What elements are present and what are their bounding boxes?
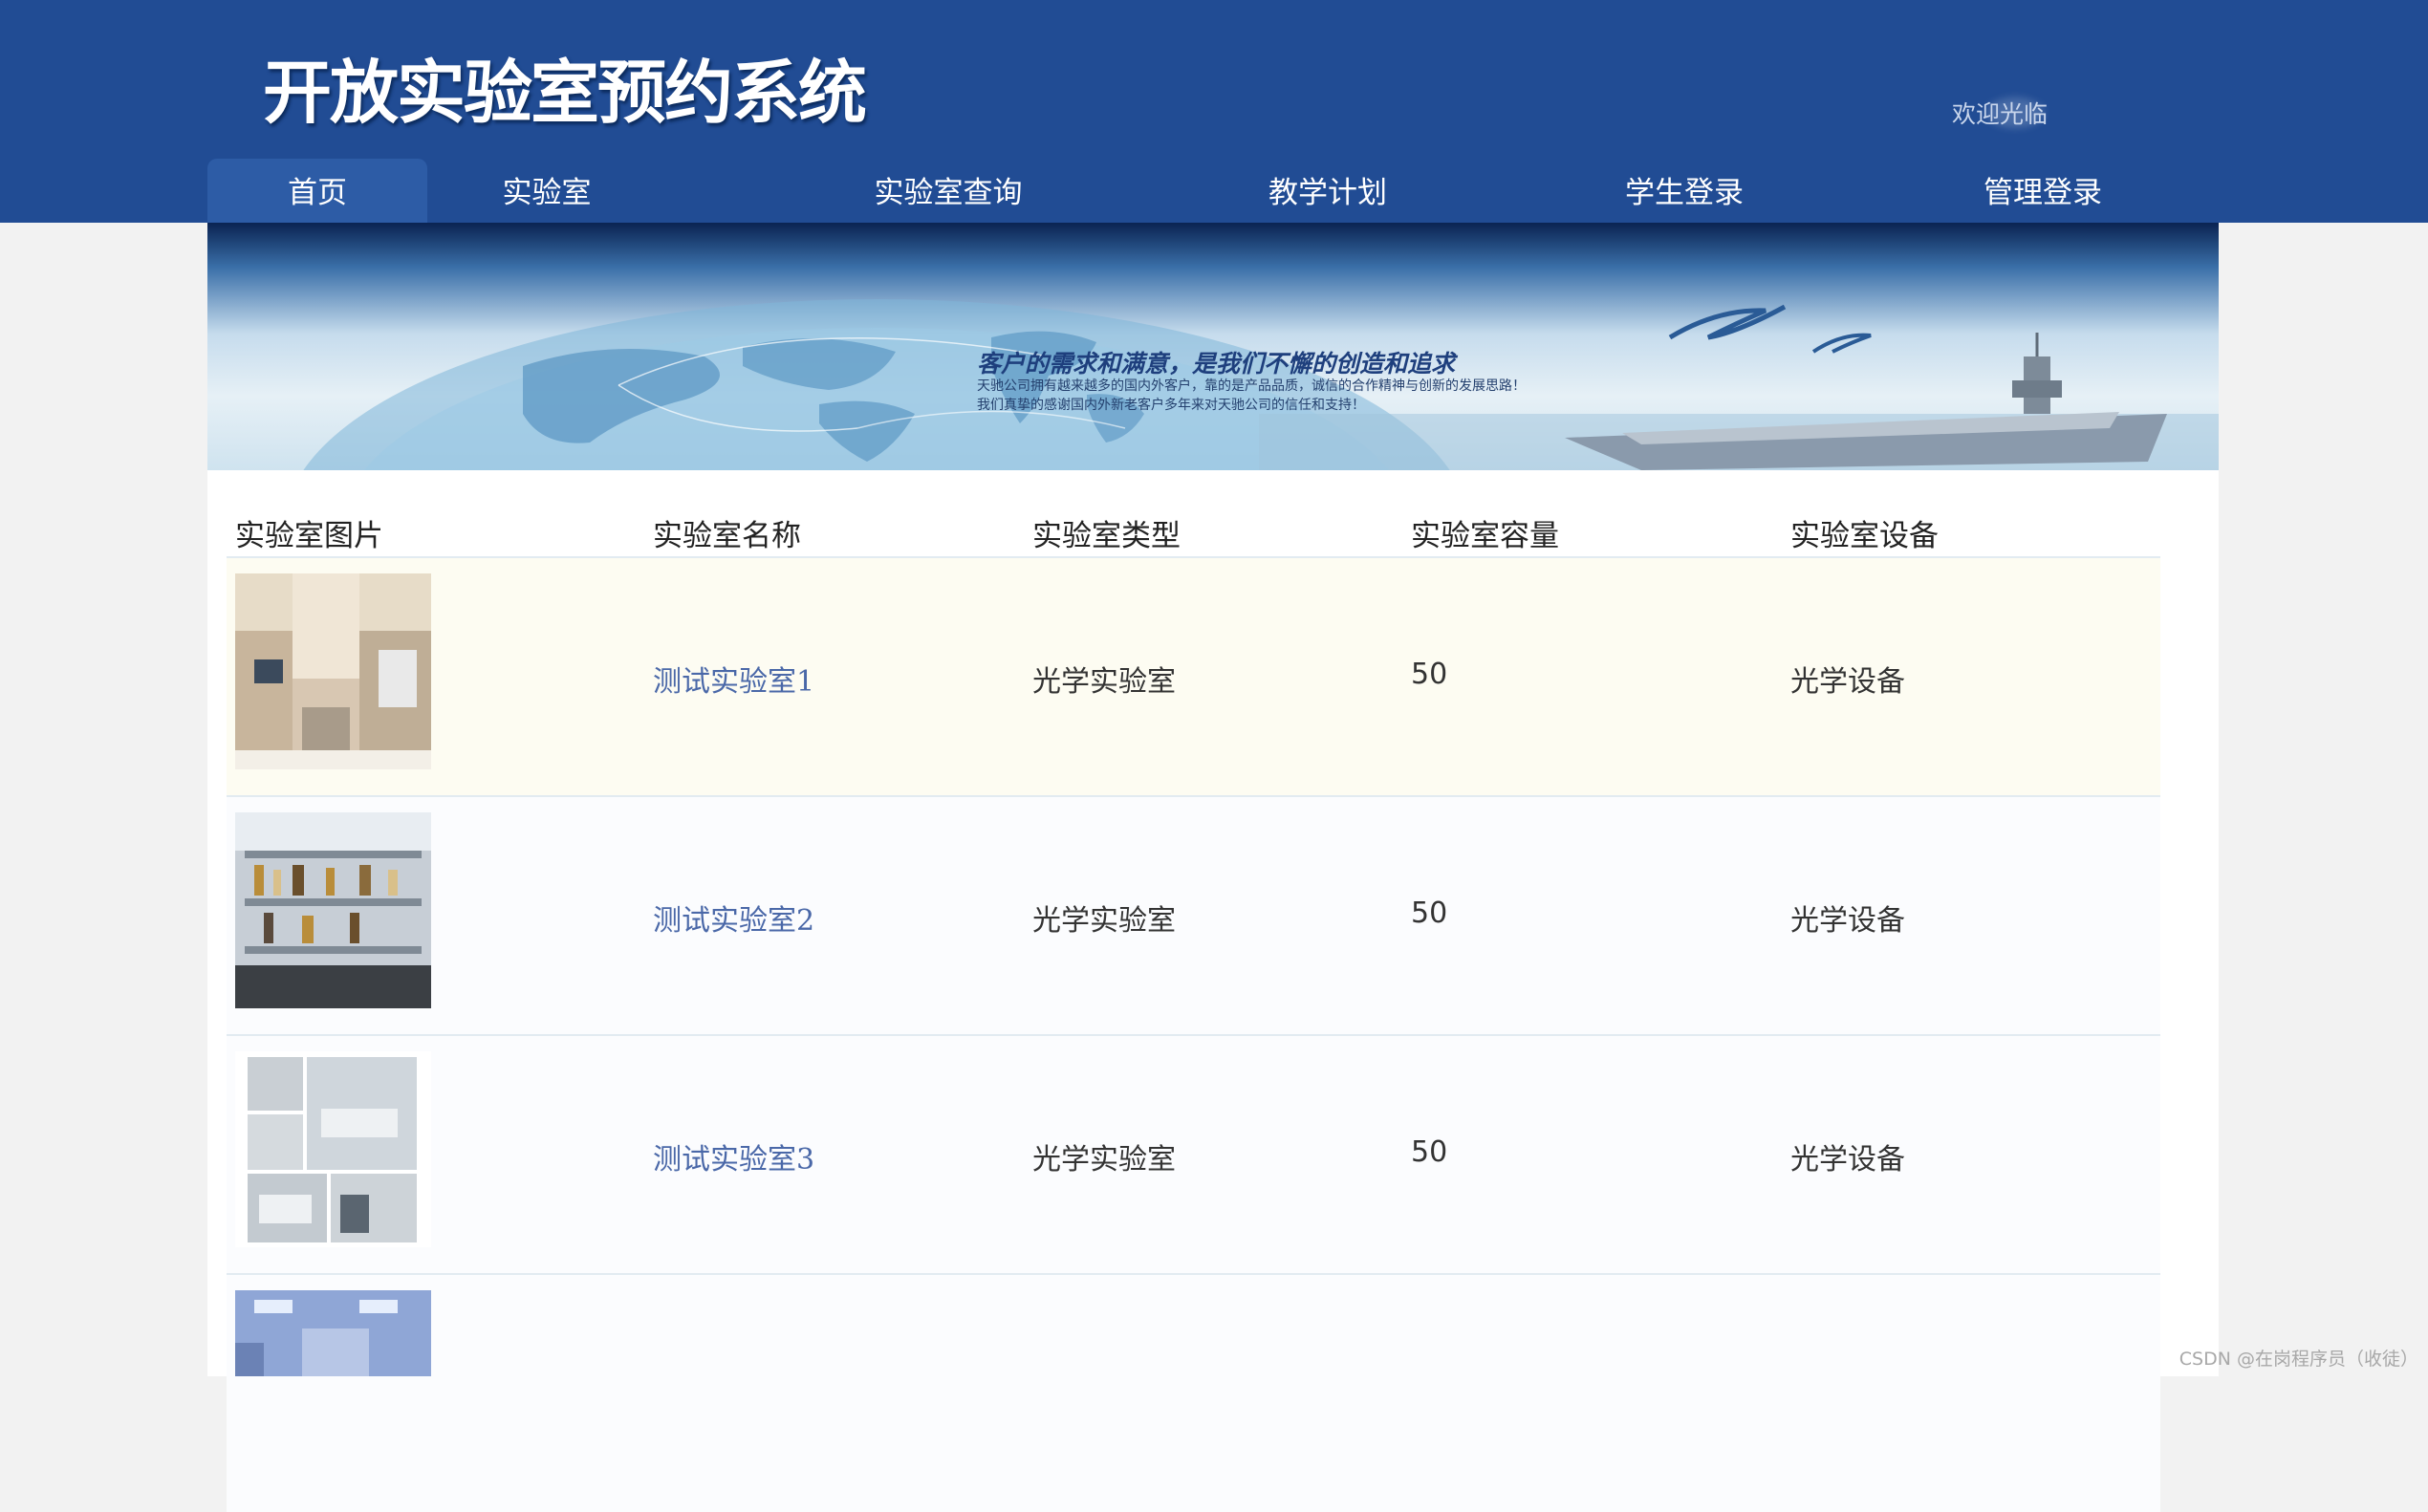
header-equipment: 实验室设备 — [1790, 519, 1939, 553]
site-header: 开放实验室预约系统 欢迎光临 首页 实验室 实验室查询 教学计划 学生登录 管理… — [0, 0, 2428, 223]
table-row: 测试实验室2 光学实验室 50 光学设备 — [227, 797, 2160, 1036]
nav-lab-search[interactable]: 实验室查询 — [843, 159, 1053, 223]
header-name: 实验室名称 — [653, 519, 801, 553]
banner-image: 客户的需求和满意，是我们不懈的创造和追求 天驰公司拥有越来越多的国内外客户，靠的… — [207, 223, 2219, 470]
table-row — [227, 1275, 2160, 1512]
lab-capacity: 50 — [1411, 1135, 1448, 1169]
lab-name-link[interactable]: 测试实验室3 — [653, 1135, 814, 1177]
lab-photo-3[interactable] — [235, 1051, 431, 1247]
lab-name-link[interactable]: 测试实验室1 — [653, 658, 814, 700]
nav-teaching-plan[interactable]: 教学计划 — [1251, 159, 1404, 223]
site-title: 开放实验室预约系统 — [263, 53, 867, 133]
lab-name-link[interactable]: 测试实验室2 — [653, 896, 814, 939]
nav-student-login[interactable]: 学生登录 — [1608, 159, 1761, 223]
table-row: 测试实验室1 光学实验室 50 光学设备 — [227, 558, 2160, 797]
welcome-text: 欢迎光临 — [1952, 100, 2049, 128]
lab-equipment: 光学设备 — [1790, 904, 1905, 938]
lab-type: 光学实验室 — [1032, 1143, 1176, 1177]
nav-labs[interactable]: 实验室 — [489, 159, 604, 223]
header-type: 实验室类型 — [1032, 519, 1181, 553]
csdn-watermark: CSDN @在岗程序员（收徒） — [2179, 1349, 2418, 1370]
lab-type: 光学实验室 — [1032, 665, 1176, 699]
lab-photo-4[interactable] — [235, 1290, 431, 1376]
main-nav: 首页 实验室 实验室查询 教学计划 学生登录 管理登录 — [207, 159, 2218, 223]
banner-slogan: 客户的需求和满意，是我们不懈的创造和追求 — [977, 350, 1456, 378]
lab-capacity: 50 — [1411, 658, 1448, 691]
table-header: 实验室图片 实验室名称 实验室类型 实验室容量 实验室设备 — [227, 490, 2160, 558]
header-capacity: 实验室容量 — [1411, 519, 1559, 553]
banner-line-1: 天驰公司拥有越来越多的国内外客户，靠的是产品品质，诚信的合作精神与创新的发展思路… — [977, 378, 1526, 394]
lab-photo-1[interactable] — [235, 573, 431, 769]
lab-equipment: 光学设备 — [1790, 1143, 1905, 1177]
lab-equipment: 光学设备 — [1790, 665, 1905, 699]
header-image: 实验室图片 — [235, 519, 383, 553]
lab-type: 光学实验室 — [1032, 904, 1176, 938]
nav-home[interactable]: 首页 — [207, 159, 427, 223]
lab-capacity: 50 — [1411, 896, 1448, 930]
lab-photo-2[interactable] — [235, 812, 431, 1008]
nav-admin-login[interactable]: 管理登录 — [1966, 159, 2119, 223]
page-content: 客户的需求和满意，是我们不懈的创造和追求 天驰公司拥有越来越多的国内外客户，靠的… — [207, 223, 2219, 1512]
table-row: 测试实验室3 光学实验室 50 光学设备 — [227, 1036, 2160, 1275]
banner-line-2: 我们真挚的感谢国内外新老客户多年来对天驰公司的信任和支持！ — [977, 398, 1365, 413]
